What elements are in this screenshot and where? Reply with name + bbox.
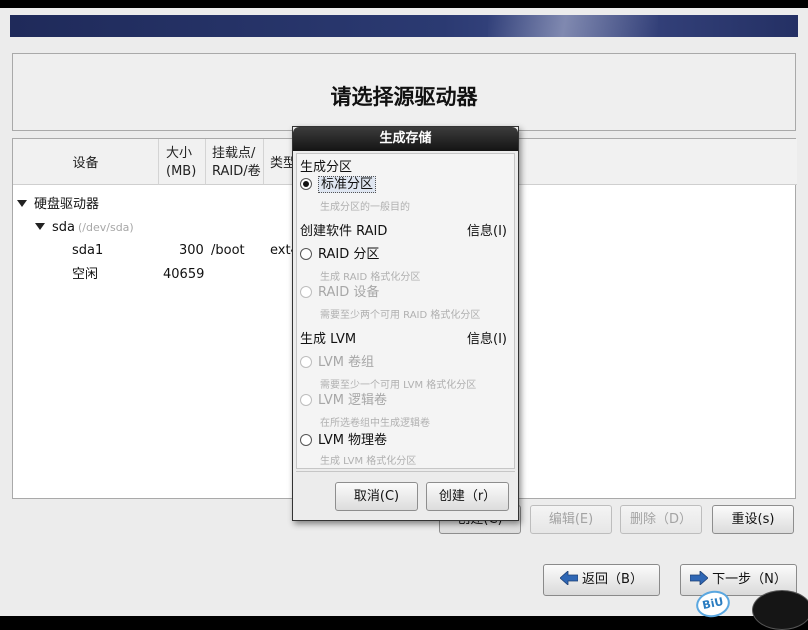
cell-device: 空闲	[72, 267, 99, 282]
page-title: 请选择源驱动器	[330, 85, 478, 109]
dialog-title: 生成存储	[293, 127, 518, 151]
radio-unchecked-icon[interactable]	[300, 434, 312, 446]
column-header-mount-line2: RAID/卷	[212, 164, 261, 179]
radio-lvm-physical-volume[interactable]: LVM 物理卷	[300, 432, 387, 450]
lvm-vg-label: LVM 卷组	[318, 355, 375, 370]
column-header-mount[interactable]: 挂载点/ RAID/卷	[206, 139, 264, 185]
tree-row-label: 硬盘驱动器	[34, 197, 100, 212]
back-arrow-icon	[560, 571, 579, 585]
section-raid-title: 创建软件 RAID	[300, 224, 388, 239]
standard-partition-desc: 生成分区的一般目的	[320, 202, 410, 213]
lvm-pv-desc: 生成 LVM 格式化分区	[320, 456, 417, 467]
dialog-cancel-button[interactable]: 取消(C)	[335, 482, 418, 511]
dialog-create-button[interactable]: 创建（r）	[426, 482, 509, 511]
lvm-pv-label: LVM 物理卷	[318, 433, 388, 448]
cell-size: 40659	[163, 267, 205, 282]
lvm-lv-label: LVM 逻辑卷	[318, 393, 388, 408]
dialog-separator	[296, 471, 515, 472]
lvm-vg-desc: 需要至少一个可用 LVM 格式化分区	[320, 380, 477, 391]
radio-checked-icon[interactable]	[300, 178, 312, 190]
back-button[interactable]: 返回（B）	[543, 564, 660, 596]
standard-partition-label: 标准分区	[318, 176, 377, 193]
dialog-body: 生成分区 标准分区 生成分区的一般目的 创建软件 RAID 信息(I) RAID…	[296, 153, 515, 469]
top-banner	[10, 15, 798, 37]
column-header-device-label: 设备	[72, 156, 99, 171]
lvm-lv-desc: 在所选卷组中生成逻辑卷	[320, 418, 430, 429]
section-lvm-title: 生成 LVM	[300, 332, 357, 347]
column-header-size-line2: (MB)	[166, 164, 197, 179]
lvm-info-button[interactable]: 信息(I)	[467, 328, 507, 347]
column-header-device[interactable]: 设备	[13, 139, 159, 185]
radio-unchecked-icon[interactable]	[300, 248, 312, 260]
raid-device-desc: 需要至少两个可用 RAID 格式化分区	[320, 310, 481, 321]
raid-device-label: RAID 设备	[318, 285, 380, 300]
column-header-size[interactable]: 大小 (MB)	[159, 139, 206, 185]
raid-partition-desc: 生成 RAID 格式化分区	[320, 272, 421, 283]
column-header-size-line1: 大小	[166, 146, 193, 161]
create-storage-dialog: 生成存储 生成分区 标准分区 生成分区的一般目的 创建软件 RAID 信息(I)…	[292, 126, 519, 521]
radio-raid-partition[interactable]: RAID 分区	[300, 246, 379, 264]
radio-lvm-volume-group[interactable]: LVM 卷组	[300, 354, 374, 372]
radio-standard-partition[interactable]: 标准分区	[300, 176, 377, 194]
reset-button[interactable]: 重设(s)	[712, 505, 794, 534]
expander-down-icon[interactable]	[17, 200, 27, 207]
radio-disabled-icon[interactable]	[300, 286, 312, 298]
back-button-label: 返回（B）	[582, 572, 643, 587]
screen: 请选择源驱动器 设备 大小 (MB) 挂载点/ RAID/卷 类型 硬盘驱动器 …	[0, 0, 808, 630]
tree-row-label: sda	[52, 220, 75, 235]
title-panel: 请选择源驱动器	[12, 53, 796, 131]
next-button-label: 下一步（N）	[712, 572, 787, 587]
radio-lvm-logical-volume[interactable]: LVM 逻辑卷	[300, 392, 387, 410]
radio-disabled-icon[interactable]	[300, 394, 312, 406]
raid-partition-label: RAID 分区	[318, 247, 380, 262]
expander-down-icon[interactable]	[35, 223, 45, 230]
next-arrow-icon	[690, 571, 709, 585]
device-path: (/dev/sda)	[78, 221, 134, 234]
column-header-mount-line1: 挂载点/	[212, 146, 256, 161]
radio-disabled-icon[interactable]	[300, 356, 312, 368]
raid-info-button[interactable]: 信息(I)	[467, 220, 507, 239]
overlay-avatar	[752, 590, 808, 630]
delete-button[interactable]: 删除（D）	[620, 505, 702, 534]
tree-row-hard-drives[interactable]: 硬盘驱动器	[17, 195, 99, 215]
cell-size: 300	[179, 243, 204, 258]
radio-raid-device[interactable]: RAID 设备	[300, 284, 379, 302]
cell-device: sda1	[72, 243, 104, 258]
edit-button[interactable]: 编辑(E)	[530, 505, 612, 534]
cell-mount: /boot	[211, 243, 245, 258]
section-partition-title: 生成分区	[300, 160, 353, 175]
tree-row-sda[interactable]: sda (/dev/sda)	[35, 218, 134, 238]
